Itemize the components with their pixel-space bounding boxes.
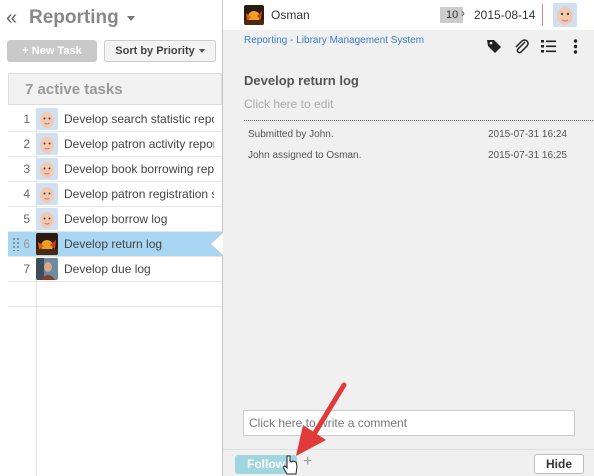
selection-pointer [211, 233, 223, 255]
avatar[interactable] [36, 258, 58, 280]
activity-time: 2015-07-31 16:25 [488, 150, 567, 161]
avatar[interactable] [36, 208, 58, 230]
add-follower-button[interactable]: + [303, 453, 312, 471]
avatar[interactable] [36, 233, 58, 255]
tag-icon[interactable] [486, 38, 503, 55]
task-number: 7 [23, 262, 30, 276]
priority-badge[interactable]: 10 [440, 7, 464, 23]
task-title[interactable]: Develop return log [64, 237, 214, 251]
breadcrumb[interactable]: Reporting - Library Management System [244, 35, 424, 46]
checklist-icon[interactable] [540, 38, 557, 55]
task-title[interactable]: Develop book borrowing report [64, 162, 214, 176]
assignee-name[interactable]: Osman [271, 8, 310, 22]
sort-button[interactable]: Sort by Priority [104, 40, 216, 62]
divider [244, 120, 594, 121]
empty-row [8, 282, 222, 307]
detail-header: Osman 10 › 2015-08-14 [223, 0, 594, 30]
avatar[interactable] [36, 183, 58, 205]
detail-toolbar [486, 38, 584, 55]
chevron-right-icon: › [461, 6, 465, 20]
chevron-down-icon [198, 49, 205, 53]
task-title[interactable]: Develop patron activity report [64, 137, 214, 151]
task-number: 1 [23, 112, 30, 126]
task-number: 3 [23, 162, 30, 176]
activity-time: 2015-07-31 16:24 [488, 129, 567, 140]
task-row[interactable]: 4 Develop patron registration statistic [8, 182, 222, 207]
activity-text: John assigned to Osman. [248, 150, 362, 161]
assignee-avatar[interactable] [244, 5, 264, 25]
task-detail-panel: Osman 10 › 2015-08-14 Reporting - Librar… [222, 0, 594, 476]
sort-label: Sort by Priority [115, 45, 195, 57]
detail-footer: Follow + Hide [223, 449, 594, 476]
more-vertical-icon[interactable] [567, 38, 584, 55]
active-tasks-heading: 7 active tasks [8, 73, 222, 105]
activity-text: Submitted by John. [248, 129, 334, 140]
new-task-button[interactable]: + New Task [7, 40, 97, 62]
task-list: 1 Develop search statistic report 2 Develop… [8, 107, 222, 307]
avatar[interactable] [36, 158, 58, 180]
drag-handle-icon[interactable] [12, 237, 20, 251]
task-list-pane: « Reporting + New Task Sort by Priority … [0, 0, 223, 476]
project-title[interactable]: Reporting [29, 7, 119, 29]
task-number: 2 [23, 137, 30, 151]
task-row[interactable]: 6 Develop return log [8, 232, 222, 257]
project-header: « Reporting [0, 0, 222, 36]
task-title[interactable]: Develop borrow log [64, 212, 214, 226]
task-number: 5 [23, 212, 30, 226]
list-toolbar: + New Task Sort by Priority [7, 40, 216, 62]
task-title[interactable]: Develop search statistic report [64, 112, 214, 126]
comment-input[interactable]: Click here to write a comment [243, 410, 575, 436]
task-row[interactable]: 5 Develop borrow log [8, 207, 222, 232]
task-title[interactable]: Develop due log [64, 262, 214, 276]
task-row[interactable]: 7 Develop due log [8, 257, 222, 282]
task-row[interactable]: 2 Develop patron activity report [8, 132, 222, 157]
task-row[interactable]: 3 Develop book borrowing report [8, 157, 222, 182]
due-date[interactable]: 2015-08-14 [474, 8, 535, 22]
task-number: 4 [23, 187, 30, 201]
owner-avatar[interactable] [553, 3, 577, 27]
hide-button[interactable]: Hide [534, 454, 584, 474]
divider [542, 4, 543, 26]
task-row[interactable]: 1 Develop search statistic report [8, 107, 222, 132]
follow-button[interactable]: Follow [235, 455, 297, 474]
collapse-icon[interactable]: « [6, 7, 26, 30]
task-title[interactable]: Develop return log [244, 73, 359, 88]
chevron-down-icon[interactable] [126, 15, 135, 21]
avatar[interactable] [36, 133, 58, 155]
description-edit[interactable]: Click here to edit [244, 97, 333, 111]
attachment-icon[interactable] [513, 38, 530, 55]
task-title[interactable]: Develop patron registration statistic [64, 187, 214, 201]
avatar[interactable] [36, 108, 58, 130]
